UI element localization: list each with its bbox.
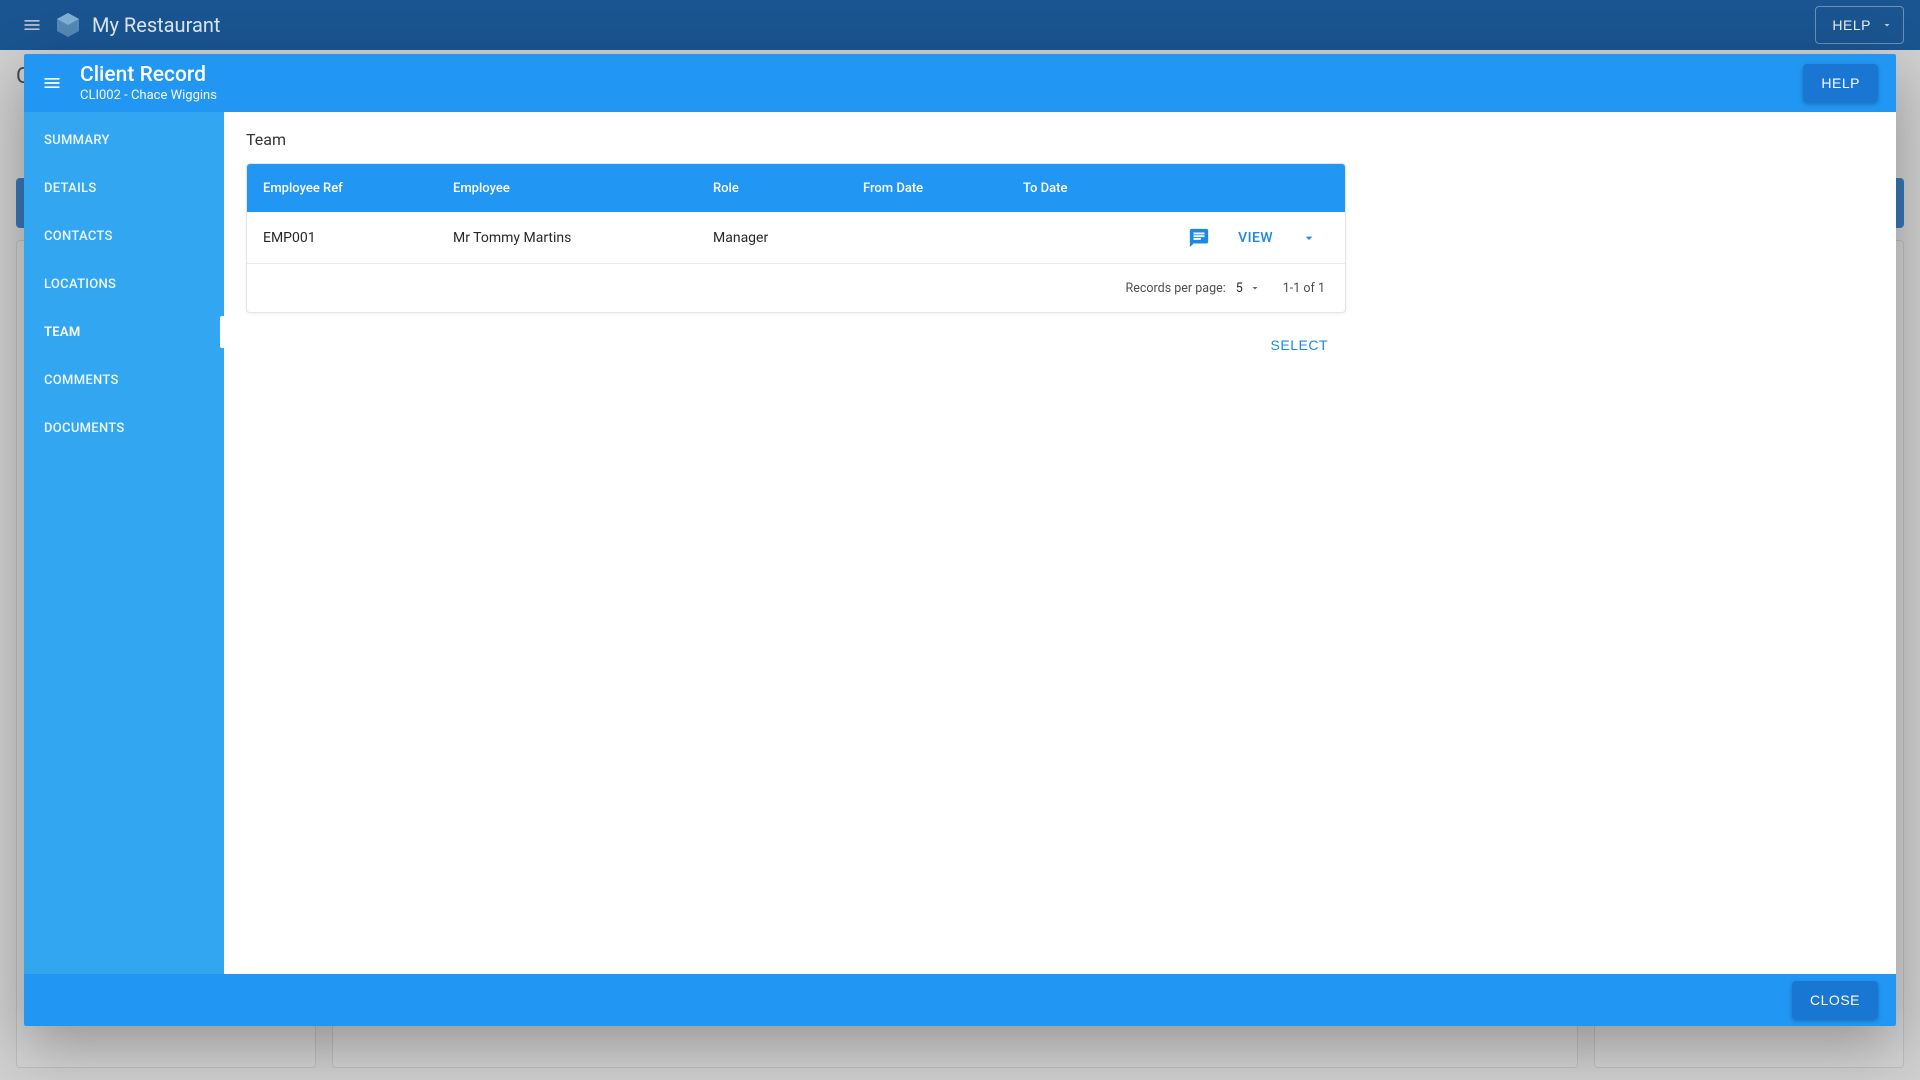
dialog-footer: CLOSE [24, 974, 1896, 1026]
sidebar: SUMMARY DETAILS CONTACTS LOCATIONS TEAM … [24, 112, 224, 974]
col-from-date: From Date [863, 181, 1023, 196]
sidebar-item-summary[interactable]: SUMMARY [24, 116, 224, 164]
cell-ref: EMP001 [263, 230, 453, 246]
caret-down-icon [1249, 282, 1261, 294]
app-logo [54, 11, 82, 39]
dialog-header: Client Record CLI002 - Chace Wiggins HEL… [24, 54, 1896, 112]
dialog-help-label: HELP [1821, 75, 1860, 91]
col-to-date: To Date [1023, 181, 1153, 196]
hamburger-icon [42, 73, 62, 93]
close-button[interactable]: CLOSE [1792, 981, 1878, 1019]
col-employee-ref: Employee Ref [263, 181, 453, 196]
sidebar-item-documents[interactable]: DOCUMENTS [24, 404, 224, 452]
dialog-subtitle: CLI002 - Chace Wiggins [80, 88, 217, 104]
pager-range: 1-1 of 1 [1283, 281, 1325, 296]
table-pager: Records per page: 5 1-1 of 1 [247, 264, 1345, 312]
dialog-main: Team Employee Ref Employee Role From Dat… [224, 112, 1896, 974]
app-title: My Restaurant [92, 13, 220, 37]
sidebar-item-label: COMMENTS [44, 373, 119, 388]
app-menu-button[interactable] [16, 9, 48, 41]
comment-icon [1188, 227, 1210, 249]
appbar: My Restaurant HELP [0, 0, 1920, 50]
sidebar-item-details[interactable]: DETAILS [24, 164, 224, 212]
sidebar-item-label: DETAILS [44, 181, 97, 196]
row-options-button[interactable] [1301, 230, 1317, 246]
pager-rpp-label: Records per page: [1126, 281, 1226, 296]
dialog-menu-button[interactable] [42, 73, 62, 93]
table-header: Employee Ref Employee Role From Date To … [247, 164, 1345, 212]
row-view-button[interactable]: VIEW [1238, 230, 1273, 246]
select-button[interactable]: SELECT [1253, 329, 1346, 361]
sidebar-item-label: TEAM [44, 325, 81, 340]
dialog-help-button[interactable]: HELP [1803, 64, 1878, 102]
cell-employee: Mr Tommy Martins [453, 230, 713, 246]
sidebar-item-contacts[interactable]: CONTACTS [24, 212, 224, 260]
close-label: CLOSE [1810, 992, 1860, 1008]
client-record-dialog: Client Record CLI002 - Chace Wiggins HEL… [24, 54, 1896, 1026]
hamburger-icon [22, 15, 42, 35]
sidebar-item-label: DOCUMENTS [44, 421, 125, 436]
caret-down-icon [1881, 19, 1893, 31]
pager-rpp-select[interactable]: 5 [1236, 281, 1261, 296]
team-table: Employee Ref Employee Role From Date To … [246, 163, 1346, 313]
sidebar-item-label: CONTACTS [44, 229, 113, 244]
table-row: EMP001 Mr Tommy Martins Manager VIEW [247, 212, 1345, 264]
app-help-label: HELP [1832, 17, 1871, 33]
pager-rpp-value: 5 [1236, 281, 1243, 296]
select-label: SELECT [1271, 337, 1328, 353]
sidebar-item-locations[interactable]: LOCATIONS [24, 260, 224, 308]
sidebar-item-label: LOCATIONS [44, 277, 116, 292]
sidebar-item-team[interactable]: TEAM [24, 308, 224, 356]
section-title: Team [246, 130, 1874, 149]
col-role: Role [713, 181, 863, 196]
dialog-title: Client Record [80, 63, 217, 88]
cell-role: Manager [713, 230, 863, 246]
col-employee: Employee [453, 181, 713, 196]
sidebar-item-comments[interactable]: COMMENTS [24, 356, 224, 404]
sidebar-item-label: SUMMARY [44, 133, 110, 148]
row-comment-button[interactable] [1188, 227, 1210, 249]
caret-down-icon [1301, 230, 1317, 246]
app-help-button[interactable]: HELP [1815, 6, 1904, 44]
